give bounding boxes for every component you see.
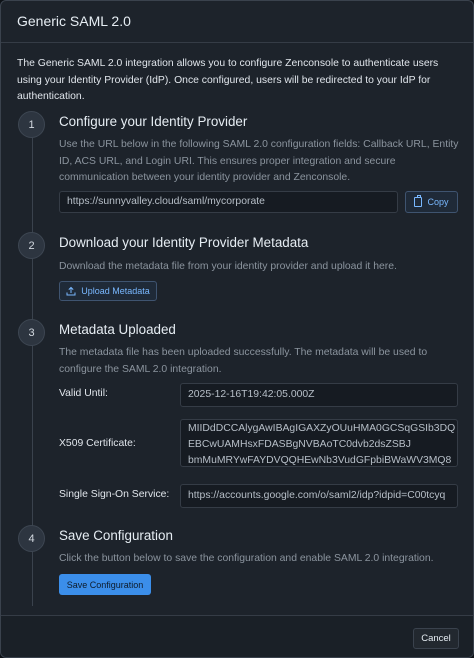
step-2-number: 2	[18, 232, 45, 259]
step-3-description: The metadata file has been uploaded succ…	[59, 347, 428, 375]
copy-icon	[414, 195, 423, 207]
step-4-number: 4	[18, 525, 45, 552]
upload-metadata-button[interactable]: Upload Metadata	[59, 281, 157, 301]
step-3-title: Metadata Uploaded	[59, 322, 176, 337]
sso-label: Single Sign-On Service:	[59, 489, 170, 500]
save-configuration-button[interactable]: Save Configuration	[59, 574, 151, 595]
sso-service-field[interactable]: https://accounts.google.com/o/saml2/idp?…	[180, 484, 458, 508]
step-3-number: 3	[18, 319, 45, 346]
cert-line: EBCwUAMHsxFDASBgNVBAoTC0dvb2dsZSBJ	[188, 439, 411, 450]
cancel-button[interactable]: Cancel	[413, 628, 459, 649]
copy-button[interactable]: Copy	[405, 191, 458, 213]
step-4-title: Save Configuration	[59, 528, 173, 543]
dialog-header: Generic SAML 2.0	[1, 1, 473, 43]
step-1-description: Use the URL below in the following SAML …	[59, 139, 459, 183]
upload-icon	[66, 286, 76, 296]
saml-dialog: Generic SAML 2.0 The Generic SAML 2.0 in…	[0, 0, 474, 658]
step-2-title: Download your Identity Provider Metadata	[59, 235, 309, 250]
dialog-title: Generic SAML 2.0	[17, 13, 131, 29]
cert-line: MIIDdDCCAlygAwIBAgIGAXZyOUuHMA0GCSqGSIb3…	[188, 423, 456, 434]
copy-button-label: Copy	[427, 197, 449, 207]
dialog-footer: Cancel	[1, 615, 473, 657]
x509-certificate-field[interactable]: MIIDdDCCAlygAwIBAgIGAXZyOUuHMA0GCSqGSIb3…	[180, 419, 458, 467]
cert-line: bmMuMRYwFAYDVQQHEwNb3VudGFpbiBWaWV3MQ8	[188, 455, 452, 466]
x509-label: X509 Certificate:	[59, 438, 136, 449]
intro-text: The Generic SAML 2.0 integration allows …	[17, 58, 439, 102]
valid-until-label: Valid Until:	[59, 388, 108, 399]
step-1-number: 1	[18, 111, 45, 138]
step-4-description: Click the button below to save the confi…	[59, 553, 434, 564]
upload-metadata-label: Upload Metadata	[81, 286, 150, 296]
step-1-title: Configure your Identity Provider	[59, 114, 248, 129]
callback-url-field[interactable]: https://sunnyvalley.cloud/saml/mycorpora…	[59, 191, 398, 213]
step-2-description: Download the metadata file from your ide…	[59, 261, 397, 272]
valid-until-field[interactable]: 2025-12-16T19:42:05.000Z	[180, 383, 458, 407]
